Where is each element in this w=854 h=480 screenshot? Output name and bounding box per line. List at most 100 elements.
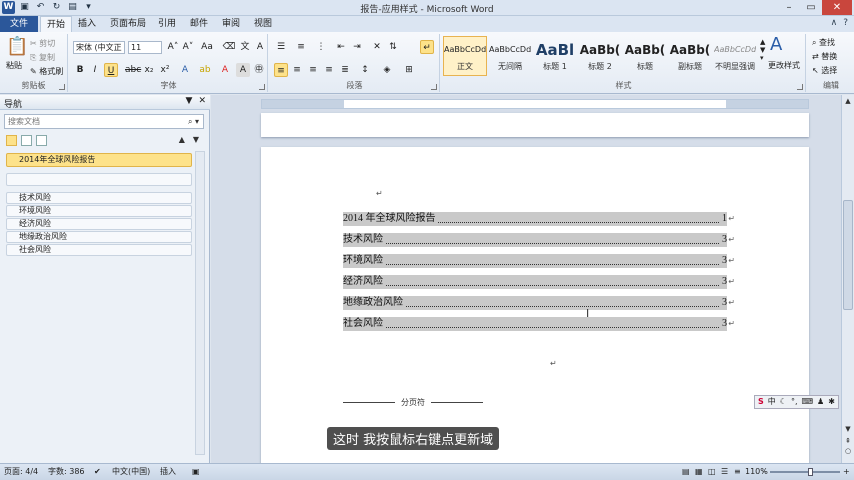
underline-button[interactable]: U <box>104 63 118 77</box>
nav-heading-item[interactable]: 技术风险 <box>6 192 192 204</box>
shading-icon[interactable]: ◈ <box>380 63 394 77</box>
maximize-button[interactable]: ▭ <box>800 0 822 15</box>
distributed-icon[interactable]: ≣ <box>338 63 352 77</box>
font-name-combo[interactable]: 宋体 (中文正 <box>73 41 125 54</box>
moon-icon[interactable]: ☾ <box>780 396 787 408</box>
replace-button[interactable]: ⇄ 替换 <box>812 51 837 62</box>
page-count[interactable]: 页面: 4/4 <box>4 464 38 480</box>
phonetic-guide-icon[interactable]: 文 <box>238 40 252 54</box>
help-icon[interactable]: ? <box>843 18 848 28</box>
borders-icon[interactable]: ⊞ <box>402 63 416 77</box>
minimize-button[interactable]: – <box>778 0 800 15</box>
style-normal[interactable]: AaBbCcDd 正文 <box>443 36 487 76</box>
ime-mode[interactable]: 中 <box>768 396 776 408</box>
change-styles-icon[interactable]: A <box>770 34 782 55</box>
nav-heading-item[interactable]: 经济风险 <box>6 218 192 230</box>
align-right-icon[interactable]: ≡ <box>306 63 320 77</box>
document-page[interactable]: ↵ 2014 年全球风险报告 1 ↵ 技术风险 3 ↵ 环境风险 3 ↵ 经济风险 3 ↵ 地缘… <box>261 147 809 463</box>
tab-home[interactable]: 开始 <box>40 16 73 32</box>
print-layout-icon[interactable]: ▤ <box>682 464 690 480</box>
headings-view-icon[interactable] <box>6 135 17 146</box>
sort-icon[interactable]: ⇅ <box>386 40 400 54</box>
ime-toolbar[interactable]: S 中 ☾ °, ⌨ ♟ ✱ <box>754 395 839 409</box>
tab-insert[interactable]: 插入 <box>72 16 102 32</box>
nav-heading-item[interactable]: 社会风险 <box>6 244 192 256</box>
enclose-char-icon[interactable]: ㊥ <box>252 63 266 77</box>
nav-heading-item[interactable]: 2014年全球风险报告 <box>6 153 192 167</box>
pages-view-icon[interactable] <box>21 135 32 146</box>
toc-entry[interactable]: 社会风险 3 ↵ <box>343 317 735 331</box>
browse-object-icon[interactable]: ○ <box>842 447 854 455</box>
justify-icon[interactable]: ≡ <box>322 63 336 77</box>
minimize-ribbon-icon[interactable]: ∧ <box>831 18 838 28</box>
proofing-icon[interactable]: ✔ <box>94 464 101 480</box>
numbering-icon[interactable]: ≡ <box>294 40 308 54</box>
word-count[interactable]: 字数: 386 <box>48 464 85 480</box>
keyboard-icon[interactable]: ⌨ <box>801 396 813 408</box>
chinese-layout-icon[interactable]: ✕ <box>370 40 384 54</box>
insert-mode[interactable]: 插入 <box>160 464 176 480</box>
search-icon[interactable]: ⌕ ▾ <box>188 115 199 128</box>
font-size-combo[interactable]: 11 <box>128 41 162 54</box>
shrink-font-icon[interactable]: A˅ <box>181 40 195 54</box>
zoom-out-icon[interactable]: – <box>762 464 766 480</box>
results-view-icon[interactable] <box>36 135 47 146</box>
format-painter-button[interactable]: ✎ 格式刷 <box>30 66 63 77</box>
styles-launcher-icon[interactable] <box>797 84 803 90</box>
nav-heading-item[interactable]: 地缘政治风险 <box>6 231 192 243</box>
tab-mailings[interactable]: 邮件 <box>184 16 214 32</box>
nav-menu-icon[interactable]: ▼ <box>186 96 193 106</box>
paragraph-launcher-icon[interactable] <box>431 84 437 90</box>
subscript-button[interactable]: x₂ <box>142 63 156 77</box>
paste-icon[interactable]: 📋 <box>6 36 28 57</box>
previous-heading-icon[interactable]: ▲ <box>179 135 185 144</box>
char-shading-icon[interactable]: A <box>236 63 250 77</box>
cut-button[interactable]: ✂ 剪切 <box>30 38 55 49</box>
paste-button[interactable]: 粘贴 <box>6 60 22 71</box>
horizontal-ruler[interactable] <box>261 99 809 109</box>
font-launcher-icon[interactable] <box>259 84 265 90</box>
grow-font-icon[interactable]: A˄ <box>166 40 180 54</box>
draft-view-icon[interactable]: ≡ <box>734 464 741 480</box>
find-button[interactable]: ⌕ 查找 <box>812 37 835 48</box>
multilevel-list-icon[interactable]: ⋮ <box>314 40 328 54</box>
line-spacing-icon[interactable]: ↕ <box>358 63 372 77</box>
tab-view[interactable]: 视图 <box>248 16 278 32</box>
tab-references[interactable]: 引用 <box>152 16 182 32</box>
font-color-icon[interactable]: A <box>218 63 232 77</box>
user-icon[interactable]: ♟ <box>817 396 824 408</box>
toc-entry[interactable]: 地缘政治风险 3 ↵ <box>343 296 735 310</box>
align-left-icon[interactable]: ≡ <box>274 63 288 77</box>
style-subtle-emphasis[interactable]: AaBbCcDd 不明显强调 <box>713 36 757 76</box>
next-heading-icon[interactable]: ▼ <box>193 135 199 144</box>
scroll-down-icon[interactable]: ▼ <box>842 425 854 433</box>
scroll-up-icon[interactable]: ▲ <box>842 97 854 105</box>
copy-button[interactable]: ⎘ 复制 <box>30 52 55 63</box>
increase-indent-icon[interactable]: ⇥ <box>350 40 364 54</box>
style-heading-1[interactable]: AaBl 标题 1 <box>533 36 577 76</box>
toc-entry[interactable]: 2014 年全球风险报告 1 ↵ <box>343 212 735 226</box>
tab-review[interactable]: 审阅 <box>216 16 246 32</box>
clipboard-launcher-icon[interactable] <box>59 84 65 90</box>
toc-entry[interactable]: 环境风险 3 ↵ <box>343 254 735 268</box>
nav-heading-item-empty[interactable] <box>6 173 192 186</box>
superscript-button[interactable]: x² <box>158 63 172 77</box>
bold-button[interactable]: B <box>73 63 87 77</box>
align-center-icon[interactable]: ≡ <box>290 63 304 77</box>
outline-view-icon[interactable]: ☰ <box>721 464 728 480</box>
style-title[interactable]: AaBb(标题 <box>623 36 667 76</box>
italic-button[interactable]: I <box>88 63 102 77</box>
toc-entry[interactable]: 技术风险 3 ↵ <box>343 233 735 247</box>
nav-close-icon[interactable]: ✕ <box>198 96 206 106</box>
tab-page-layout[interactable]: 页面布局 <box>104 16 152 32</box>
wrench-icon[interactable]: ✱ <box>828 396 835 408</box>
clear-format-icon[interactable]: ⌫ <box>222 40 236 54</box>
show-marks-icon[interactable]: ↵ <box>420 40 434 54</box>
bullets-icon[interactable]: ☰ <box>274 40 288 54</box>
previous-page-icon[interactable]: ⇞ <box>842 437 854 445</box>
style-no-spacing[interactable]: AaBbCcDd 无间隔 <box>488 36 532 76</box>
char-border-icon[interactable]: A <box>253 40 267 54</box>
zoom-slider-handle[interactable] <box>808 468 813 476</box>
style-subtitle[interactable]: AaBb(副标题 <box>668 36 712 76</box>
strikethrough-button[interactable]: abc <box>125 63 141 77</box>
